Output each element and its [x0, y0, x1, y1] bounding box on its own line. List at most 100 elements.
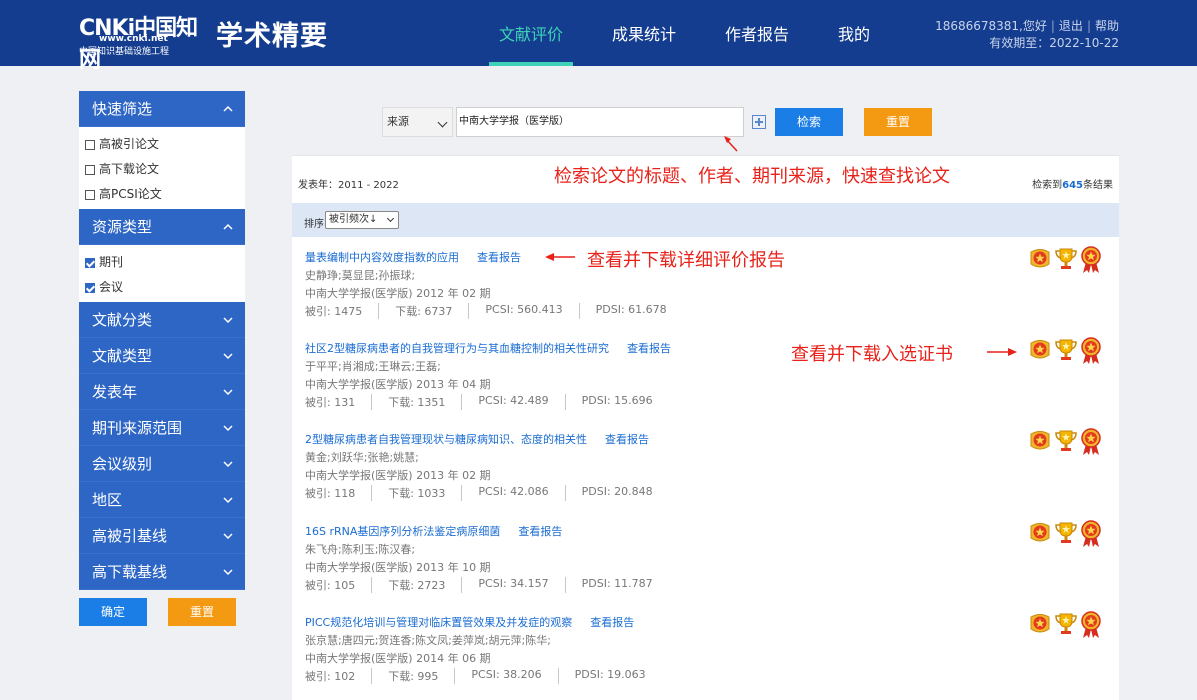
- paper-title-link[interactable]: 量表编制中内容效度指数的应用: [305, 251, 459, 264]
- search-reset-button[interactable]: 重置: [864, 108, 932, 136]
- sort-select[interactable]: 被引频次↓: [325, 211, 399, 229]
- logout-link[interactable]: 退出: [1059, 19, 1083, 33]
- paper-title-link[interactable]: 2型糖尿病患者自我管理现状与糖尿病知识、态度的相关性: [305, 433, 587, 446]
- quick-filter-label: 快速筛选: [92, 100, 153, 118]
- paper-title-link[interactable]: PICC规范化培训与管理对临床置管效果及并发症的观察: [305, 616, 572, 629]
- paper-title-link[interactable]: 社区2型糖尿病患者的自我管理行为与其血糖控制的相关性研究: [305, 342, 609, 355]
- section-literature-category[interactable]: 文献分类: [79, 302, 245, 338]
- paper-authors: 于平平;肖湘成;王琳云;王磊;: [305, 360, 441, 373]
- cnki-logo[interactable]: CNKi中国知网 www.cnki.net 中国知识基础设施工程: [79, 10, 209, 73]
- resource-type-header[interactable]: 资源类型: [79, 209, 245, 245]
- nav-achievement-stats[interactable]: 成果统计: [602, 0, 686, 66]
- view-report-link[interactable]: 查看报告: [477, 251, 521, 264]
- pcsi-value: PCSI: 42.489: [461, 394, 564, 410]
- section-publish-year[interactable]: 发表年: [79, 374, 245, 410]
- section-journal-source[interactable]: 期刊来源范围: [79, 410, 245, 446]
- cited-count: 被引: 1475: [305, 305, 363, 318]
- help-link[interactable]: 帮助: [1095, 19, 1119, 33]
- user-panel: 18686678381,您好 | 退出 | 帮助 有效期至：2022-10-22: [935, 19, 1119, 50]
- add-condition-icon[interactable]: [752, 115, 766, 129]
- list-item: 16S rRNA基因序列分析法鉴定病原细菌 查看报告 朱飞舟;陈利玉;陈汉春; 中…: [292, 511, 1119, 602]
- annotation-search-tip: 检索论文的标题、作者、期刊来源，快速查找论文: [554, 166, 950, 187]
- chevron-up-icon: [223, 223, 233, 230]
- view-report-link[interactable]: 查看报告: [627, 342, 671, 355]
- filter-high-download[interactable]: 高下载论文: [85, 157, 245, 182]
- filter-sidebar: 快速筛选 高被引论文 高下载论文 高PCSI论文 资源类型 期刊 会议 文献分类…: [79, 91, 245, 626]
- chevron-down-icon: [223, 389, 233, 396]
- resource-type-label: 资源类型: [92, 218, 153, 236]
- trophy-icon[interactable]: [1055, 246, 1077, 272]
- filter-high-pcsi[interactable]: 高PCSI论文: [85, 182, 245, 207]
- annotation-arrow-search: [724, 136, 738, 152]
- chevron-down-icon: [223, 533, 233, 540]
- gold-medal-icon[interactable]: [1028, 246, 1052, 272]
- trophy-icon[interactable]: [1055, 428, 1077, 454]
- search-input[interactable]: 中南大学学报（医学版）: [456, 107, 744, 137]
- checkbox[interactable]: [85, 164, 95, 175]
- filter-high-cited[interactable]: 高被引论文: [85, 132, 245, 157]
- red-ribbon-medal-icon[interactable]: [1080, 246, 1102, 274]
- gold-medal-icon[interactable]: [1028, 520, 1052, 546]
- paper-title-row: 16S rRNA基因序列分析法鉴定病原细菌 查看报告: [305, 523, 562, 539]
- paper-authors: 张京慧;唐四元;贺连香;陈文凤;姜萍岚;胡元萍;陈华;: [305, 634, 551, 647]
- quick-filter-header[interactable]: 快速筛选: [79, 91, 245, 127]
- section-label: 地区: [92, 491, 123, 509]
- chevron-down-icon: [223, 569, 233, 576]
- main-nav: 文献评价 成果统计 作者报告 我的: [489, 0, 909, 66]
- trophy-icon[interactable]: [1055, 611, 1077, 637]
- view-report-link[interactable]: 查看报告: [590, 616, 634, 629]
- filter-journal[interactable]: 期刊: [85, 250, 245, 275]
- trophy-icon[interactable]: [1055, 520, 1077, 546]
- paper-title-link[interactable]: 16S rRNA基因序列分析法鉴定病原细菌: [305, 525, 500, 538]
- cited-count: 被引: 131: [305, 396, 356, 409]
- cited-count: 被引: 118: [305, 487, 356, 500]
- gold-medal-icon[interactable]: [1028, 337, 1052, 363]
- confirm-button[interactable]: 确定: [79, 598, 147, 626]
- gold-medal-icon[interactable]: [1028, 611, 1052, 637]
- logo-subtitle: 中国知识基础设施工程: [79, 47, 170, 57]
- trophy-icon[interactable]: [1055, 337, 1077, 363]
- section-region[interactable]: 地区: [79, 482, 245, 518]
- paper-title-row: PICC规范化培训与管理对临床置管效果及并发症的观察 查看报告: [305, 614, 634, 630]
- section-conference-level[interactable]: 会议级别: [79, 446, 245, 482]
- section-high-download-baseline[interactable]: 高下载基线: [79, 554, 245, 590]
- sort-bar: 排序 被引频次↓: [292, 203, 1119, 237]
- annotation-cert-tip: 查看并下载入选证书: [791, 344, 953, 365]
- section-label: 发表年: [92, 383, 138, 401]
- checkbox-checked[interactable]: [85, 257, 95, 268]
- view-report-link[interactable]: 查看报告: [518, 525, 562, 538]
- red-ribbon-medal-icon[interactable]: [1080, 337, 1102, 365]
- red-ribbon-medal-icon[interactable]: [1080, 520, 1102, 548]
- option-label: 会议: [99, 280, 124, 294]
- red-ribbon-medal-icon[interactable]: [1080, 611, 1102, 639]
- search-button[interactable]: 检索: [775, 108, 843, 136]
- nav-mine[interactable]: 我的: [828, 0, 880, 66]
- checkbox[interactable]: [85, 189, 95, 200]
- paper-authors: 朱飞舟;陈利玉;陈汉春;: [305, 543, 416, 556]
- filter-conference[interactable]: 会议: [85, 275, 245, 300]
- section-literature-type[interactable]: 文献类型: [79, 338, 245, 374]
- download-count: 下载: 1033: [371, 485, 461, 501]
- search-field-select[interactable]: 来源: [382, 107, 453, 137]
- paper-source: 中南大学学报(医学版) 2013 年 10 期: [305, 561, 491, 574]
- list-item: PICC规范化培训与管理对临床置管效果及并发症的观察 查看报告 张京慧;唐四元;贺…: [292, 602, 1119, 693]
- paper-source: 中南大学学报(医学版) 2013 年 04 期: [305, 378, 491, 391]
- pcsi-value: PCSI: 34.157: [461, 577, 564, 593]
- nav-literature-evaluation[interactable]: 文献评价: [489, 0, 574, 66]
- download-count: 下载: 995: [371, 668, 454, 684]
- section-high-cited-baseline[interactable]: 高被引基线: [79, 518, 245, 554]
- checkbox[interactable]: [85, 139, 95, 150]
- nav-author-report[interactable]: 作者报告: [715, 0, 799, 66]
- checkbox-checked[interactable]: [85, 282, 95, 293]
- logo-url-text: www.cnki.net: [99, 34, 168, 44]
- gold-medal-icon[interactable]: [1028, 428, 1052, 454]
- badge-group: [1028, 520, 1105, 548]
- user-greeting: 18686678381,您好: [935, 19, 1047, 33]
- paper-metrics: 被引: 102 下载: 995 PCSI: 38.206 PDSI: 19.063: [305, 668, 662, 684]
- red-ribbon-medal-icon[interactable]: [1080, 428, 1102, 456]
- view-report-link[interactable]: 查看报告: [605, 433, 649, 446]
- pdsi-value: PDSI: 11.787: [564, 577, 669, 593]
- sidebar-reset-button[interactable]: 重置: [168, 598, 236, 626]
- section-label: 期刊来源范围: [92, 419, 183, 437]
- pdsi-value: PDSI: 19.063: [557, 668, 662, 684]
